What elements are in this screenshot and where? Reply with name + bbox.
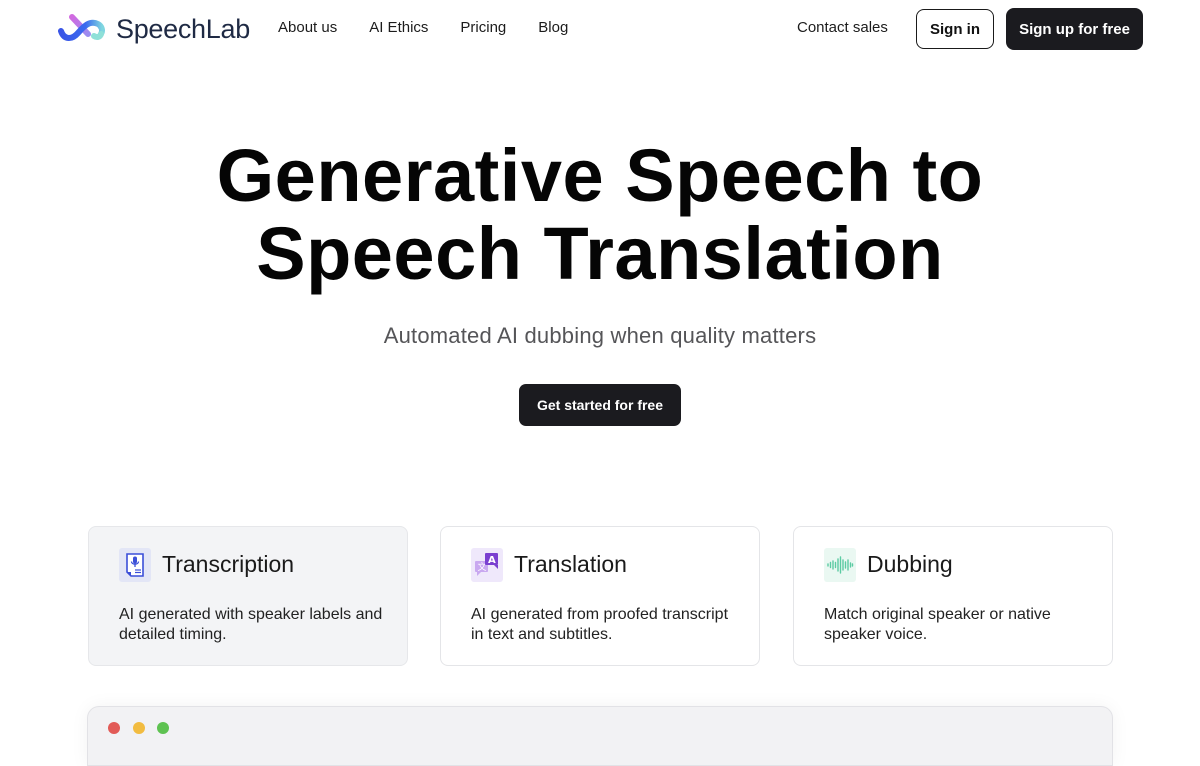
sound-wave-icon xyxy=(824,548,856,582)
window-minimize-dot xyxy=(133,722,145,734)
sign-up-button[interactable]: Sign up for free xyxy=(1006,8,1143,50)
window-maximize-dot xyxy=(157,722,169,734)
feature-description: AI generated from proofed transcript in … xyxy=(471,606,729,643)
feature-description: AI generated with speaker labels and det… xyxy=(119,606,383,643)
transcript-document-mic-icon xyxy=(119,548,151,582)
logo-link[interactable]: SpeechLab xyxy=(58,12,250,46)
feature-card-transcription[interactable]: Transcription AI generated with speaker … xyxy=(88,526,408,666)
brand-name: SpeechLab xyxy=(116,13,250,44)
get-started-button[interactable]: Get started for free xyxy=(519,384,681,426)
svg-text:A: A xyxy=(488,555,496,566)
infinity-wave-icon xyxy=(58,14,105,41)
hero-subtitle: Automated AI dubbing when quality matter… xyxy=(383,323,817,348)
app-preview-window xyxy=(87,706,1113,766)
feature-card-translation[interactable]: 文 A Translation AI generated from proofe… xyxy=(440,526,760,666)
window-close-dot xyxy=(108,722,120,734)
hero-title: Generative Speech to Speech Translation xyxy=(0,137,1200,293)
feature-description: Match original speaker or native speaker… xyxy=(824,606,1051,643)
nav-link-about-us[interactable]: About us xyxy=(278,19,337,36)
top-navigation: SpeechLab About us AI Ethics Pricing Blo… xyxy=(0,0,1200,58)
feature-title: Dubbing xyxy=(867,551,953,577)
hero-title-line-1: Generative Speech to xyxy=(216,134,984,217)
nav-link-blog[interactable]: Blog xyxy=(538,19,568,36)
nav-link-pricing[interactable]: Pricing xyxy=(460,19,506,36)
feature-title: Transcription xyxy=(162,551,295,577)
sign-in-button[interactable]: Sign in xyxy=(916,9,994,49)
feature-card-dubbing[interactable]: Dubbing Match original speaker or native… xyxy=(793,526,1113,666)
nav-link-ai-ethics[interactable]: AI Ethics xyxy=(369,19,428,36)
nav-links: About us AI Ethics Pricing Blog xyxy=(278,19,568,36)
hero-title-line-2: Speech Translation xyxy=(256,212,944,295)
translate-icon: 文 A xyxy=(471,548,503,582)
contact-sales-link[interactable]: Contact sales xyxy=(797,19,888,36)
feature-title: Translation xyxy=(514,551,627,577)
